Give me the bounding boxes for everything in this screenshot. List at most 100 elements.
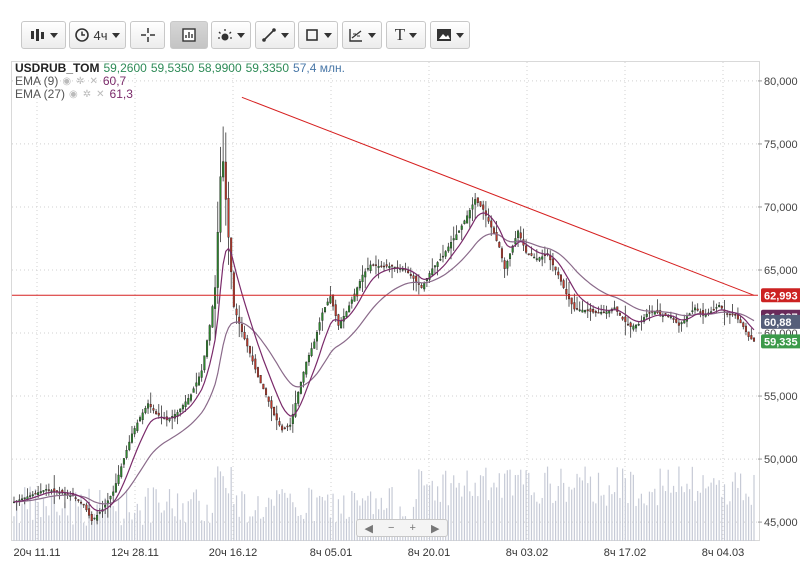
close-icon[interactable]: ✕ — [96, 88, 105, 101]
volume-bar — [13, 516, 15, 541]
volume-bar — [139, 510, 141, 541]
candle-body — [433, 265, 436, 268]
y-tick-label: 70,000 — [764, 202, 798, 214]
volume-bar — [667, 469, 669, 541]
volume-bar — [729, 501, 731, 541]
gear-icon[interactable]: ✲ — [76, 75, 85, 88]
volume-bar — [254, 510, 256, 541]
volume-bar — [126, 489, 128, 541]
volume-bar — [128, 512, 130, 541]
y-tick-label: 55,000 — [764, 391, 798, 403]
ema27-line — [13, 233, 755, 505]
volume-bar — [557, 486, 559, 541]
candle-body — [219, 176, 222, 233]
candle-body — [254, 358, 257, 370]
volume-bar — [748, 496, 750, 541]
candle-body — [645, 313, 648, 317]
volume-bar — [316, 497, 318, 541]
chart-grid — [12, 62, 758, 541]
zoom-out-icon[interactable]: − — [388, 522, 394, 534]
zoom-in-icon[interactable]: + — [410, 522, 416, 534]
volume-bar — [675, 491, 677, 541]
candle-body — [388, 266, 391, 269]
volume-bar — [536, 501, 538, 541]
volume-bar — [573, 487, 575, 541]
candle-body — [677, 322, 680, 326]
volume-bar — [343, 495, 345, 541]
volume-bar — [672, 485, 675, 541]
candle-body — [21, 498, 24, 501]
price-label-text: 59,335 — [764, 336, 798, 348]
volume-bar — [120, 525, 122, 541]
volume-bar — [72, 524, 74, 541]
candle-body — [262, 383, 265, 390]
candle-body — [487, 217, 490, 222]
volume-bar — [206, 504, 208, 541]
candle-body — [380, 265, 383, 268]
candle-body — [144, 408, 147, 413]
candle-body — [246, 338, 249, 347]
candle-body — [149, 403, 152, 408]
volume-bar — [710, 482, 712, 541]
volume-bar — [321, 496, 323, 541]
candle-body — [471, 204, 474, 210]
volume-bar — [115, 511, 117, 541]
volume-bar — [579, 477, 581, 541]
candle-body — [45, 489, 48, 491]
candle-body — [554, 266, 557, 271]
volume-bar — [270, 499, 272, 541]
candle-body — [731, 313, 734, 316]
candle-body — [23, 497, 26, 500]
volume-bar — [227, 493, 230, 541]
volume-bar — [702, 475, 704, 541]
volume-bar — [662, 485, 664, 541]
y-tick-label: 50,000 — [764, 454, 798, 466]
candle-body — [235, 308, 238, 316]
volume-bar — [603, 494, 605, 541]
volume-bar — [305, 512, 307, 541]
gear-icon[interactable]: ✲ — [83, 88, 92, 101]
candle-body — [605, 311, 608, 314]
volume-bar — [182, 503, 184, 541]
candle-body — [281, 425, 284, 431]
scroll-right-icon[interactable]: ▶ — [431, 522, 439, 535]
eye-icon[interactable]: ◉ — [69, 88, 79, 101]
volume-bar — [686, 483, 688, 541]
candle-body — [530, 253, 533, 256]
candle-body — [744, 325, 747, 332]
candle-body — [313, 341, 316, 349]
candle-body — [559, 274, 562, 282]
candle-body — [460, 225, 463, 230]
volume-bar — [109, 503, 112, 541]
volume-bar — [638, 498, 640, 541]
candle-body — [648, 312, 651, 314]
candle-body — [734, 314, 737, 316]
volume-bar — [123, 518, 125, 541]
candle-body — [222, 161, 225, 178]
candle-body — [348, 305, 351, 313]
volume-bar — [155, 489, 157, 541]
close-icon[interactable]: ✕ — [89, 75, 98, 88]
candle-body — [576, 308, 579, 310]
scroll-left-icon[interactable]: ◀ — [365, 522, 373, 535]
candle-body — [283, 427, 286, 430]
candle-body — [573, 302, 576, 310]
y-tick-label: 45,000 — [764, 517, 798, 529]
candle-body — [187, 398, 190, 405]
candle-body — [299, 381, 302, 394]
volume-bar — [351, 491, 353, 541]
candle-body — [509, 253, 512, 259]
volume-bar — [613, 492, 616, 541]
volume-bar — [308, 487, 310, 541]
candle-body — [543, 254, 546, 257]
candle-body — [324, 307, 327, 313]
volume-bar — [56, 511, 58, 541]
candle-body — [96, 514, 99, 521]
candle-body — [297, 392, 300, 404]
volume-bar — [85, 525, 87, 541]
candle-body — [463, 220, 466, 225]
volume-bar — [252, 516, 254, 541]
candle-body — [85, 504, 88, 511]
volume-bar — [742, 500, 744, 541]
volume-bar — [697, 490, 699, 541]
